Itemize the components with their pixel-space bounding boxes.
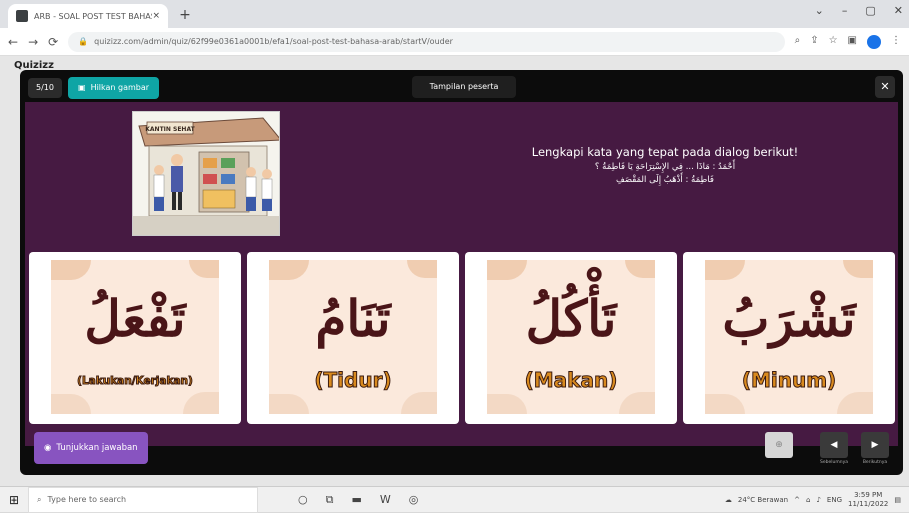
answer-option-1[interactable]: تَفْعَلُ (Lakukan/Kerjakan) xyxy=(29,252,241,424)
windows-start-icon[interactable]: ⊞ xyxy=(0,487,28,513)
option-arabic-text: تَفْعَلُ xyxy=(84,289,186,348)
address-bar[interactable]: 🔒 quizizz.com/admin/quiz/62f99e0361a0001… xyxy=(68,31,785,52)
dialog-line-1: أَحْمَدُ : مَاذَا ... فِي الإِسْتِرَاحَة… xyxy=(594,162,736,172)
option-arabic-text: تَشْرَبُ xyxy=(722,289,856,348)
search-icon: ⌕ xyxy=(37,494,42,504)
question-prompt: Lengkapi kata yang tepat pada dialog ber… xyxy=(531,145,799,159)
canteen-sign-text: KANTIN SEHAT xyxy=(145,126,195,133)
browser-tab[interactable]: ARB - SOAL POST TEST BAHASA × xyxy=(8,4,168,28)
weather-icon: ☁ xyxy=(724,496,732,504)
chrome-icon[interactable]: ◎ xyxy=(409,493,419,507)
zoom-icon[interactable]: ⌕ xyxy=(795,35,801,49)
language-indicator[interactable]: ENG xyxy=(827,496,842,504)
tab-title: ARB - SOAL POST TEST BAHASA xyxy=(34,11,153,21)
file-explorer-icon[interactable]: ▬ xyxy=(351,493,361,507)
hide-image-label: Hilkan gambar xyxy=(90,83,150,92)
participant-view-button[interactable]: Tampilan peserta xyxy=(412,76,516,98)
next-label: Berikutnya xyxy=(862,460,888,465)
left-arrow-icon: ◀ xyxy=(830,440,838,450)
option-card-inner: تَشْرَبُ (Minum) xyxy=(705,260,873,414)
modal-header: 5/10 ▣ Hilkan gambar Tampilan peserta ✕ xyxy=(20,70,903,104)
answer-option-2[interactable]: تَنَامُ (Tidur) xyxy=(247,252,459,424)
previous-question-button[interactable]: ◀ xyxy=(820,432,848,458)
window-controls: ⌄ – ▢ ✕ xyxy=(815,4,903,17)
hide-image-button[interactable]: ▣ Hilkan gambar xyxy=(68,77,160,99)
question-text-block: Lengkapi kata yang tepat pada dialog ber… xyxy=(465,145,865,185)
clock-time: 3:59 PM xyxy=(854,491,883,499)
tab-search-icon[interactable]: ⌄ xyxy=(815,4,824,17)
question-count-badge: 5/10 xyxy=(28,78,62,98)
modal-footer: ◉ Tunjukkan jawaban ⊕ ◀ Sebelumnya ▶ Beri… xyxy=(20,432,903,475)
right-arrow-icon: ▶ xyxy=(871,440,879,450)
task-view-icon[interactable]: ⧉ xyxy=(326,493,334,507)
system-tray: ☁ 24°C Berawan ^ ⌂ ♪ ENG 3:59 PM 11/11/2… xyxy=(725,487,901,513)
share-icon[interactable]: ⇪ xyxy=(810,35,818,49)
minimize-button[interactable]: – xyxy=(842,4,848,17)
menu-icon[interactable]: ⋮ xyxy=(891,35,901,49)
close-window-button[interactable]: ✕ xyxy=(894,4,903,17)
browser-tabbar: ARB - SOAL POST TEST BAHASA × + ⌄ – ▢ ✕ xyxy=(0,0,909,28)
option-arabic-text: تَنَامُ xyxy=(315,289,391,348)
maximize-button[interactable]: ▢ xyxy=(865,4,875,17)
option-card-inner: تَنَامُ (Tidur) xyxy=(269,260,437,414)
option-card-inner: تَفْعَلُ (Lakukan/Kerjakan) xyxy=(51,260,219,414)
option-latin-text: (Lakukan/Kerjakan) xyxy=(77,375,194,388)
reload-icon[interactable]: ⟳ xyxy=(48,35,58,49)
question-image: KANTIN SEHAT xyxy=(132,111,280,236)
weather-text[interactable]: 24°C Berawan xyxy=(738,496,788,504)
toolbar-icons: ⌕ ⇪ ☆ ▣ ⋮ xyxy=(795,34,901,49)
image-icon: ▣ xyxy=(78,83,86,92)
taskbar-search-box[interactable]: ⌕ Type here to search xyxy=(28,486,258,513)
star-icon[interactable]: ☆ xyxy=(829,35,838,49)
option-arabic-text: تَأْكُلُ xyxy=(525,289,617,348)
lock-icon: 🔒 xyxy=(78,37,89,46)
option-card-inner: تَأْكُلُ (Makan) xyxy=(487,260,655,414)
taskbar-apps: ○ ⧉ ▬ W ◎ xyxy=(298,493,418,507)
browser-toolbar: ← → ⟳ 🔒 quizizz.com/admin/quiz/62f99e036… xyxy=(0,28,909,56)
option-latin-text: (Tidur) xyxy=(314,368,392,393)
show-answer-button[interactable]: ◉ Tunjukkan jawaban xyxy=(34,432,148,464)
notification-icon[interactable]: ▤ xyxy=(894,496,901,504)
option-latin-text: (Makan) xyxy=(524,368,618,393)
new-tab-button[interactable]: + xyxy=(176,6,194,24)
clock-date: 11/11/2022 xyxy=(848,500,889,508)
tab-close-icon[interactable]: × xyxy=(152,11,160,21)
close-modal-button[interactable]: ✕ xyxy=(875,76,895,98)
extensions-icon[interactable]: ▣ xyxy=(848,35,857,49)
network-icon[interactable]: ⌂ xyxy=(806,496,810,504)
option-latin-text: (Minum) xyxy=(741,368,837,393)
volume-icon[interactable]: ♪ xyxy=(816,496,820,504)
answer-options: تَفْعَلُ (Lakukan/Kerjakan) تَنَامُ (Tid… xyxy=(29,252,895,424)
word-icon[interactable]: W xyxy=(380,493,391,507)
clock[interactable]: 3:59 PM 11/11/2022 xyxy=(848,491,888,509)
canteen-illustration: KANTIN SEHAT xyxy=(133,112,279,235)
back-arrow-icon[interactable]: ← xyxy=(8,35,18,49)
previous-label: Sebelumnya xyxy=(819,460,848,465)
answer-option-4[interactable]: تَشْرَبُ (Minum) xyxy=(683,252,895,424)
next-question-button[interactable]: ▶ xyxy=(861,432,889,458)
question-area: KANTIN SEHAT Lengkapi kata yang tepat pa… xyxy=(25,102,898,446)
forward-arrow-icon[interactable]: → xyxy=(28,35,38,49)
eye-icon: ◉ xyxy=(44,443,52,453)
show-answer-label: Tunjukkan jawaban xyxy=(56,443,138,453)
url-text: quizizz.com/admin/quiz/62f99e0361a0001b/… xyxy=(94,37,453,46)
zoom-button[interactable]: ⊕ xyxy=(765,432,793,458)
windows-taskbar: ⊞ ⌕ Type here to search ○ ⧉ ▬ W ◎ ☁ 24°C… xyxy=(0,486,909,513)
taskbar-search-placeholder: Type here to search xyxy=(47,495,127,504)
tray-chevron-icon[interactable]: ^ xyxy=(794,496,800,504)
tab-favicon-icon xyxy=(16,10,28,22)
question-preview-modal: 5/10 ▣ Hilkan gambar Tampilan peserta ✕ K… xyxy=(20,70,903,475)
profile-avatar[interactable] xyxy=(867,34,881,49)
answer-option-3[interactable]: تَأْكُلُ (Makan) xyxy=(465,252,677,424)
dialog-line-2: فَاطِمَةُ : أَذْهَبُ إِلَى المَقْصَفِ xyxy=(616,175,714,185)
cortana-icon[interactable]: ○ xyxy=(298,493,308,507)
